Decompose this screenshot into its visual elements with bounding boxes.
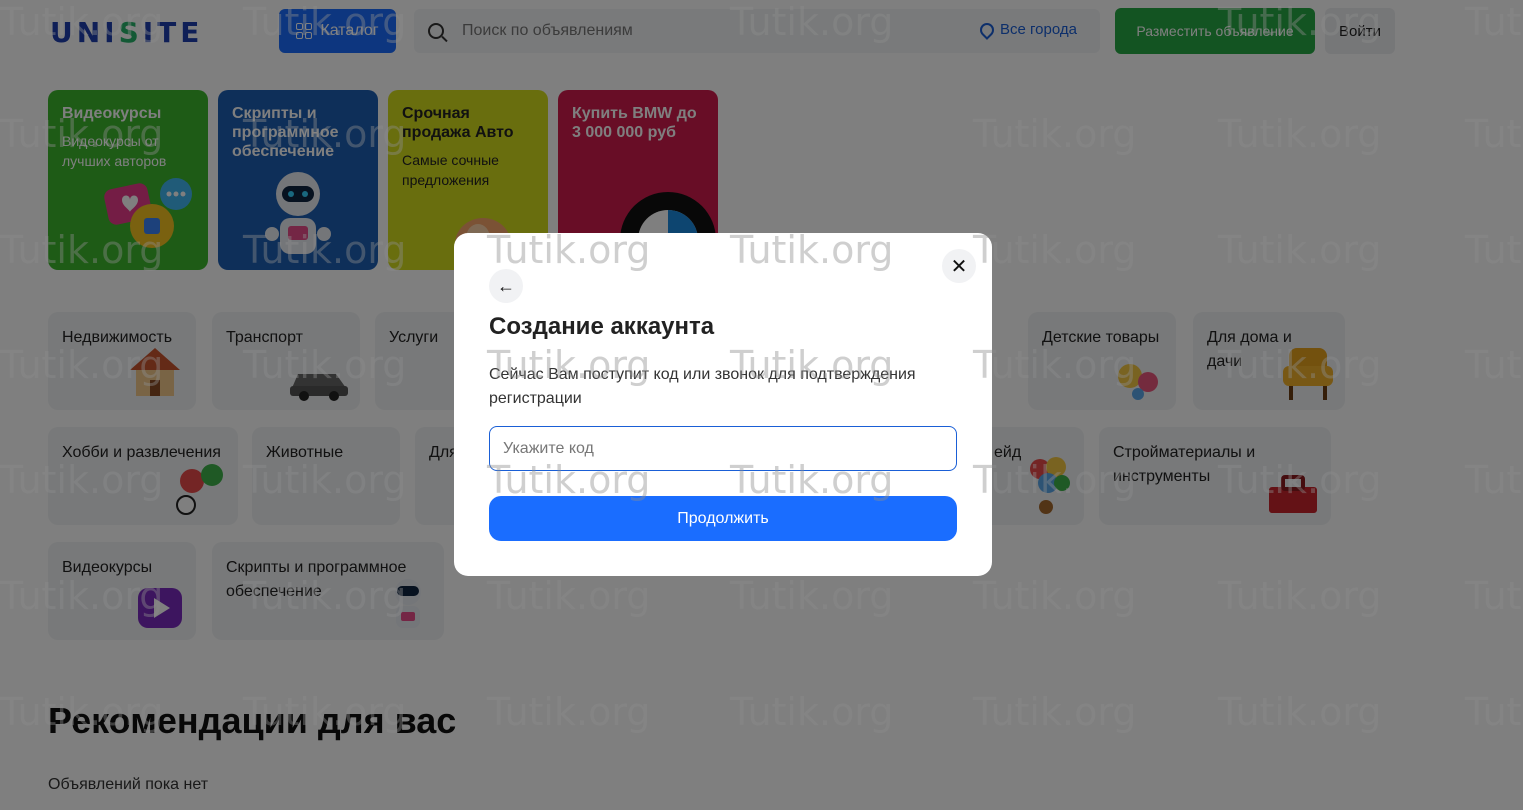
continue-button[interactable]: Продолжить xyxy=(489,496,957,541)
verification-code-input[interactable] xyxy=(489,426,957,471)
back-button[interactable]: ← xyxy=(489,269,523,303)
modal-description: Сейчас Вам поступит код или звонок для п… xyxy=(489,366,916,407)
close-icon: ✕ xyxy=(950,255,968,278)
close-button[interactable]: ✕ xyxy=(942,249,976,283)
create-account-modal: ← ✕ Создание аккаунта Сейчас Вам поступи… xyxy=(454,233,992,576)
modal-title: Создание аккаунта xyxy=(489,313,715,340)
arrow-left-icon: ← xyxy=(497,275,515,296)
